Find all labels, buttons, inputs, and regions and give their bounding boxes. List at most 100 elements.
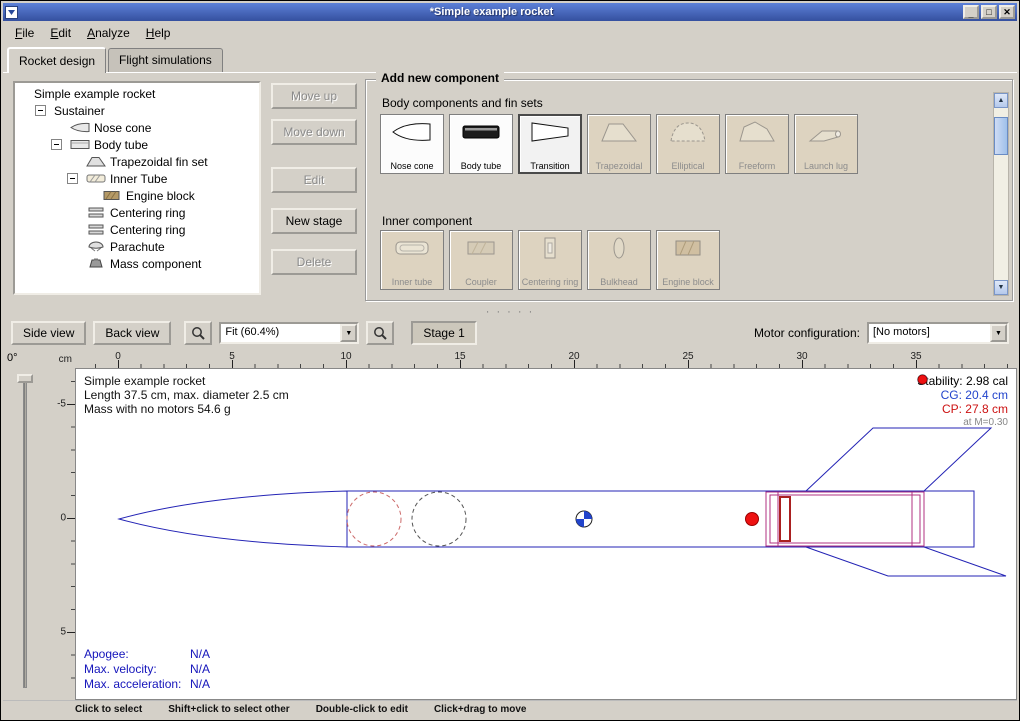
trapezoidal-fin-icon (597, 119, 641, 145)
tree-item-engine-block[interactable]: Engine block (15, 187, 259, 204)
side-view-button[interactable]: Side view (11, 321, 86, 345)
cp-value: CP: 27.8 cm (917, 402, 1008, 416)
rocket-plot[interactable]: Simple example rocket Length 37.5 cm, ma… (75, 368, 1017, 700)
view-toolbar: Side view Back view Fit (60.4%) ▼ Stage … (3, 316, 1017, 350)
parachute-outline[interactable] (347, 492, 401, 546)
elliptical-fin-button[interactable]: Elliptical (656, 114, 720, 174)
chevron-down-icon[interactable]: ▼ (340, 324, 357, 342)
body-component-buttons: Nose cone Body tube Transition Trapezoid… (380, 114, 858, 174)
tree-item-rocket[interactable]: Simple example rocket (15, 85, 259, 102)
window-title: *Simple example rocket (22, 6, 961, 18)
fin-upper-outline[interactable] (806, 428, 991, 491)
menu-help[interactable]: Help (138, 24, 179, 42)
rocket-diagram-area: 0° cm 0 5 10 15 20 25 30 35 -5 0 5 (3, 350, 1017, 700)
tree-item-sustainer[interactable]: Sustainer (15, 102, 259, 119)
rotation-slider-handle[interactable] (17, 374, 33, 383)
mass-component-icon (86, 258, 106, 269)
motor-configuration-select[interactable]: [No motors] ▼ (867, 322, 1009, 344)
cp-marker (746, 513, 759, 526)
rotation-slider-track (23, 376, 27, 688)
tree-item-body-tube[interactable]: Body tube (15, 136, 259, 153)
nose-cone-outline[interactable] (119, 491, 347, 547)
rocket-info: Simple example rocket Length 37.5 cm, ma… (84, 374, 289, 416)
body-tube-button[interactable]: Body tube (449, 114, 513, 174)
back-view-button[interactable]: Back view (93, 321, 171, 345)
inner-tube-button[interactable]: Inner tube (380, 230, 444, 290)
scroll-down-arrow[interactable]: ▼ (994, 280, 1008, 295)
tab-flight-simulations[interactable]: Flight simulations (108, 48, 223, 72)
tree-item-nose-cone[interactable]: Nose cone (15, 119, 259, 136)
cg-value: CG: 20.4 cm (917, 388, 1008, 402)
nose-cone-button[interactable]: Nose cone (380, 114, 444, 174)
menu-file[interactable]: File (7, 24, 42, 42)
nose-cone-icon (70, 122, 90, 133)
centering-ring-icon (86, 224, 106, 235)
ruler-unit-label: cm (49, 350, 75, 368)
move-down-button[interactable]: Move down (271, 119, 357, 145)
rotation-value: 0° (7, 352, 18, 364)
motor-configuration-label: Motor configuration: (754, 326, 860, 340)
mach-condition: at M=0.30 (917, 416, 1008, 430)
body-components-label: Body components and fin sets (382, 96, 543, 110)
body-tube-outline[interactable] (347, 491, 974, 547)
edit-button[interactable]: Edit (271, 167, 357, 193)
horizontal-ruler: 0 5 10 15 20 25 30 35 (75, 350, 1017, 368)
transition-button[interactable]: Transition (518, 114, 582, 174)
cp-icon (917, 374, 928, 385)
zoom-select[interactable]: Fit (60.4%) ▼ (219, 322, 359, 344)
bulkhead-button[interactable]: Bulkhead (587, 230, 651, 290)
tree-item-inner-tube[interactable]: Inner Tube (15, 170, 259, 187)
expander-icon[interactable] (51, 139, 62, 150)
titlebar[interactable]: *Simple example rocket _ □ ✕ (3, 3, 1017, 21)
cg-marker (576, 511, 592, 527)
scroll-thumb[interactable] (994, 117, 1008, 155)
chevron-down-icon[interactable]: ▼ (990, 324, 1007, 342)
rocket-drawing[interactable] (76, 369, 1017, 700)
expander-icon[interactable] (35, 105, 46, 116)
tree-item-mass-component[interactable]: Mass component (15, 255, 259, 272)
transition-icon (528, 119, 572, 145)
app-window: *Simple example rocket _ □ ✕ File Edit A… (0, 0, 1020, 721)
design-panel: Simple example rocket Sustainer Nose con… (3, 73, 1017, 307)
rotation-control: 0° (3, 350, 49, 700)
tree-item-centering-ring-2[interactable]: Centering ring (15, 221, 259, 238)
new-stage-button[interactable]: New stage (271, 208, 357, 234)
body-tube-icon (459, 119, 503, 145)
app-icon[interactable] (5, 6, 18, 19)
component-panel-scrollbar: ▲ ▼ (993, 92, 1009, 296)
close-button[interactable]: ✕ (999, 5, 1015, 19)
scroll-up-arrow[interactable]: ▲ (994, 93, 1008, 108)
delete-button[interactable]: Delete (271, 249, 357, 275)
menu-edit[interactable]: Edit (42, 24, 79, 42)
inner-tube-icon (86, 173, 106, 184)
centering-ring-button[interactable]: Centering ring (518, 230, 582, 290)
tree-item-parachute[interactable]: Parachute (15, 238, 259, 255)
minimize-button[interactable]: _ (963, 5, 979, 19)
maximize-button[interactable]: □ (981, 5, 997, 19)
expander-icon[interactable] (67, 173, 78, 184)
centering-ring-icon (86, 207, 106, 218)
freeform-fin-button[interactable]: Freeform (725, 114, 789, 174)
engine-block-button[interactable]: Engine block (656, 230, 720, 290)
fin-lower-outline[interactable] (806, 547, 1006, 576)
component-tree: Simple example rocket Sustainer Nose con… (13, 81, 261, 295)
engine-block-outline[interactable] (780, 497, 790, 541)
trapezoidal-fin-button[interactable]: Trapezoidal (587, 114, 651, 174)
tree-item-fin-set[interactable]: Trapezoidal fin set (15, 153, 259, 170)
coupler-button[interactable]: Coupler (449, 230, 513, 290)
mass-component-outline[interactable] (412, 492, 466, 546)
stability-value: Stability: 2.98 cal (917, 374, 1008, 388)
tab-rocket-design[interactable]: Rocket design (7, 47, 106, 73)
inner-component-buttons: Inner tube Coupler Centering ring Bulkhe… (380, 230, 720, 290)
zoom-in-button[interactable] (184, 321, 212, 345)
tree-item-centering-ring-1[interactable]: Centering ring (15, 204, 259, 221)
nose-cone-icon (390, 119, 434, 145)
launch-lug-button[interactable]: Launch lug (794, 114, 858, 174)
move-up-button[interactable]: Move up (271, 83, 357, 109)
freeform-fin-icon (735, 119, 779, 145)
splitter-handle[interactable] (3, 307, 1017, 316)
launch-lug-icon (804, 119, 848, 145)
zoom-out-button[interactable] (366, 321, 394, 345)
stage-1-toggle[interactable]: Stage 1 (411, 321, 476, 345)
menu-analyze[interactable]: Analyze (79, 24, 138, 42)
